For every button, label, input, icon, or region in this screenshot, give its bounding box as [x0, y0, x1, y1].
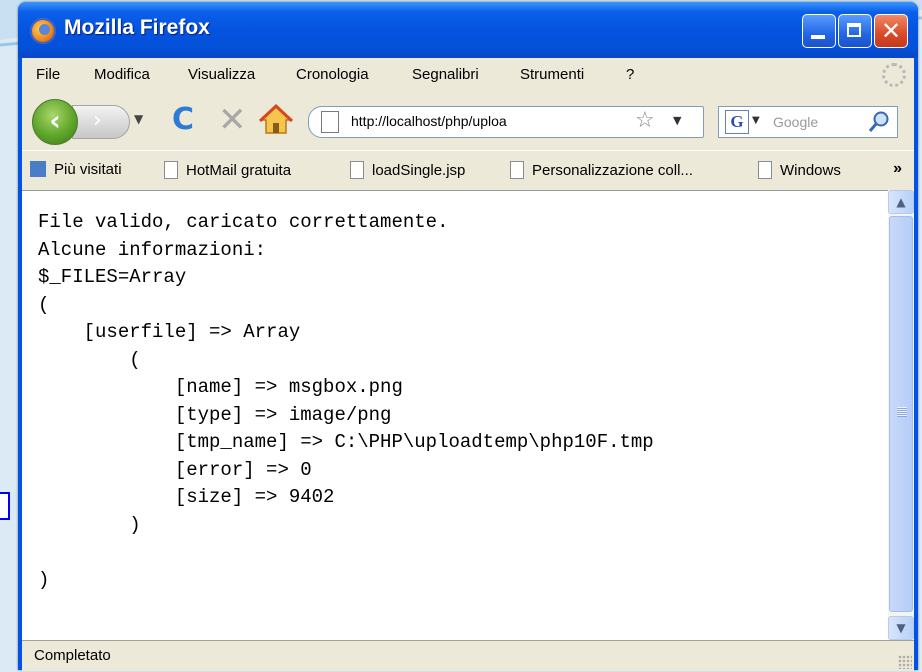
- php-output-text: File valido, caricato correttamente. Alc…: [38, 209, 654, 594]
- output-line: Alcune informazioni:: [38, 238, 267, 261]
- page-icon: [758, 161, 772, 179]
- scroll-down-button[interactable]: ▼: [888, 616, 914, 640]
- status-bar: Completato: [22, 640, 914, 671]
- output-line: (: [38, 293, 50, 316]
- back-arrow-icon: ‹: [49, 104, 61, 137]
- bookmark-piu-visitati[interactable]: Più visitati: [30, 161, 122, 178]
- page-icon: [164, 161, 178, 179]
- bookmark-star-icon[interactable]: ☆: [635, 108, 655, 133]
- firefox-logo-icon: [30, 18, 56, 44]
- minimize-button[interactable]: [802, 14, 836, 48]
- output-line: [userfile] => Array: [38, 321, 301, 343]
- close-button[interactable]: ✕: [874, 14, 908, 48]
- status-text: Completato: [34, 647, 111, 664]
- output-line: [type] => image/png: [38, 403, 392, 426]
- engine-dropdown-icon[interactable]: ▼: [752, 115, 760, 126]
- output-line: (: [38, 348, 141, 371]
- menu-help[interactable]: ?: [626, 66, 634, 83]
- forward-button[interactable]: ›: [72, 105, 130, 139]
- bookmarks-overflow-chevron[interactable]: »: [893, 160, 902, 178]
- output-line: [name] => msgbox.png: [38, 376, 403, 398]
- maximize-button[interactable]: [838, 14, 872, 48]
- stop-icon[interactable]: ✕: [218, 100, 247, 140]
- menu-file[interactable]: File: [36, 66, 60, 83]
- bookmarks-toolbar: Più visitati HotMail gratuita loadSingle…: [22, 150, 914, 191]
- google-engine-icon[interactable]: G: [725, 110, 749, 134]
- resize-grip-icon[interactable]: [898, 655, 912, 669]
- output-line: [error] => 0: [38, 458, 312, 481]
- bookmark-label: loadSingle.jsp: [372, 162, 466, 179]
- search-input[interactable]: Google: [773, 114, 818, 130]
- title-bar[interactable]: Mozilla Firefox ✕: [18, 2, 918, 58]
- scroll-up-button[interactable]: ▲: [888, 190, 914, 214]
- bookmark-label: HotMail gratuita: [186, 162, 292, 179]
- throbber-icon: [882, 63, 906, 87]
- navigation-toolbar: › ‹ ▼ C ✕ http://localhost/php/uploa ☆ ▼…: [22, 92, 914, 150]
- page-icon: [350, 161, 364, 179]
- url-bar[interactable]: http://localhost/php/uploa ☆ ▼: [308, 106, 704, 138]
- maximize-icon: [847, 23, 861, 37]
- menu-strumenti[interactable]: Strumenti: [520, 66, 584, 83]
- search-icon[interactable]: [867, 110, 891, 134]
- reload-icon[interactable]: C: [172, 102, 194, 137]
- menu-visualizza[interactable]: Visualizza: [188, 66, 255, 83]
- bookmark-personalizzazione[interactable]: Personalizzazione coll...: [510, 161, 693, 179]
- bookmark-loadsingle[interactable]: loadSingle.jsp: [350, 161, 465, 179]
- output-line: [size] => 9402: [38, 486, 335, 508]
- forward-arrow-icon: ›: [93, 108, 102, 133]
- bookmark-label: Personalizzazione coll...: [532, 162, 693, 179]
- page-icon: [321, 111, 339, 133]
- smart-folder-icon: [30, 161, 46, 177]
- bookmark-label: Più visitati: [54, 161, 122, 178]
- firefox-window: Mozilla Firefox ✕ File Modifica Visualiz…: [18, 2, 918, 671]
- minimize-icon: [811, 35, 825, 39]
- menu-bar: File Modifica Visualizza Cronologia Segn…: [22, 58, 914, 92]
- page-icon: [510, 161, 524, 179]
- bookmark-label: Windows: [780, 162, 841, 179]
- output-line: File valido, caricato correttamente.: [38, 211, 449, 233]
- page-content: File valido, caricato correttamente. Alc…: [22, 190, 888, 641]
- vertical-scrollbar[interactable]: ▲ ▼: [888, 190, 914, 640]
- output-line: [tmp_name] => C:\PHP\uploadtemp\php10F.t…: [38, 431, 654, 453]
- scroll-thumb[interactable]: [889, 216, 913, 612]
- output-line: $_FILES=Array: [38, 266, 187, 288]
- menu-segnalibri[interactable]: Segnalibri: [412, 66, 479, 83]
- history-dropdown-icon[interactable]: ▼: [134, 112, 143, 126]
- menu-modifica[interactable]: Modifica: [94, 66, 150, 83]
- search-box[interactable]: G ▼ Google: [718, 106, 898, 138]
- back-button[interactable]: ‹: [32, 99, 78, 145]
- grip-icon: [897, 407, 907, 417]
- bookmark-windows[interactable]: Windows: [758, 161, 841, 179]
- output-line: ): [38, 513, 141, 536]
- url-input[interactable]: http://localhost/php/uploa: [351, 113, 621, 129]
- bookmark-hotmail[interactable]: HotMail gratuita: [164, 161, 291, 179]
- output-line: ): [38, 568, 50, 591]
- home-icon[interactable]: [258, 102, 294, 138]
- window-title: Mozilla Firefox: [64, 16, 210, 39]
- menu-cronologia[interactable]: Cronologia: [296, 66, 369, 83]
- slide-link-fragment: [0, 492, 10, 520]
- close-icon: ✕: [880, 17, 902, 45]
- url-dropdown-icon[interactable]: ▼: [673, 114, 681, 127]
